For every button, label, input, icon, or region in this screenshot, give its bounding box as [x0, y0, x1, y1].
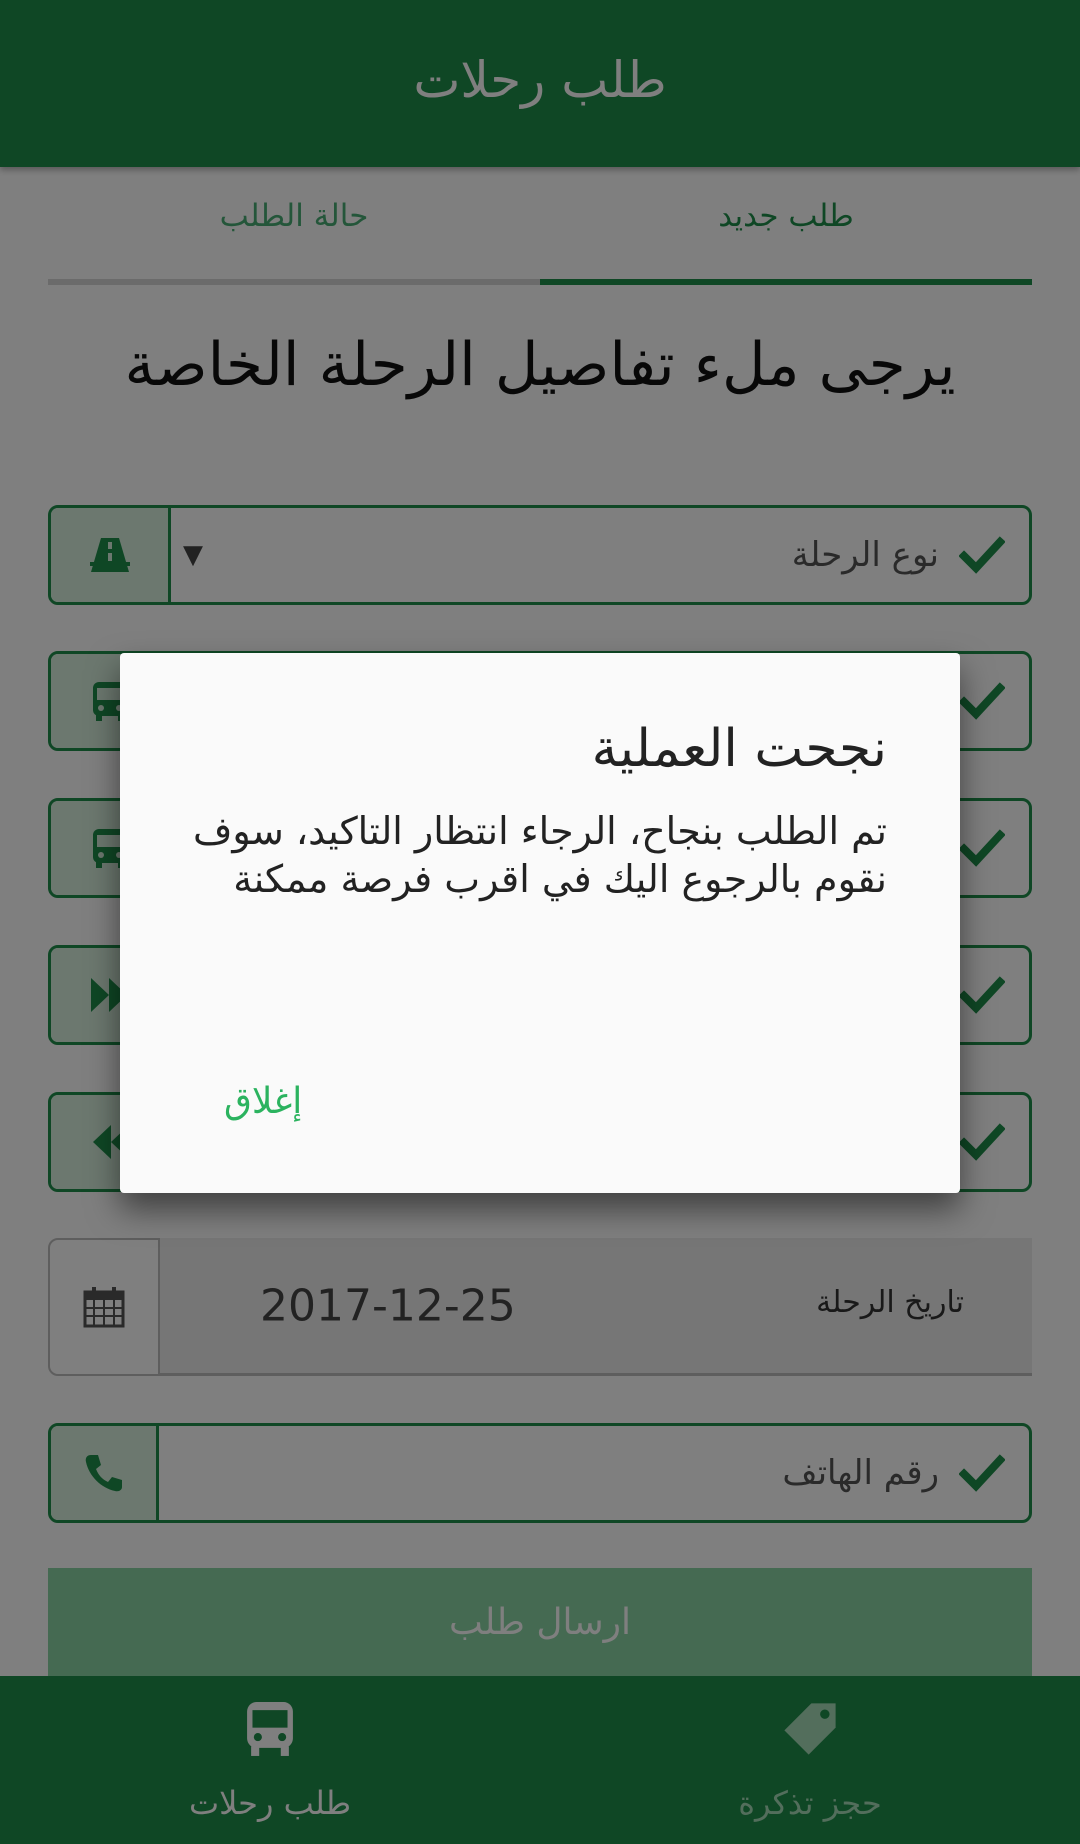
close-button[interactable]: إغلاق [224, 1081, 302, 1122]
dialog-title: نجحت العملية [591, 719, 887, 779]
app-screen: طلب رحلات طلب جديد حالة الطلب يرجى ملء ت… [0, 0, 1080, 1844]
dialog-message: تم الطلب بنجاح، الرجاء انتظار التاكيد، س… [192, 809, 887, 901]
success-dialog: نجحت العملية تم الطلب بنجاح، الرجاء انتظ… [120, 653, 960, 1193]
